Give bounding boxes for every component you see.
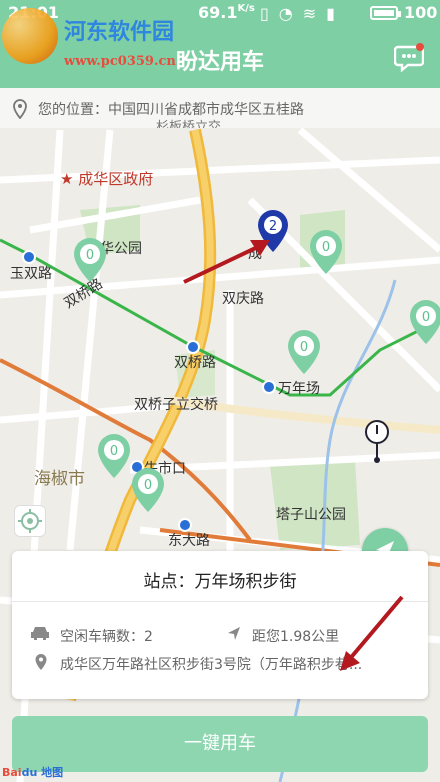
map-label: 玉双路 xyxy=(10,266,52,282)
app-header: 21:01 69.1K/s ▯◔≋▮ 100 河东软件园 www.pc0359.… xyxy=(0,0,440,88)
location-pin-icon xyxy=(35,654,47,670)
car-station-pin-icon[interactable]: 0 xyxy=(286,328,322,376)
map-label: 双庆路 xyxy=(222,291,264,307)
station-name: 站点：万年场积步街 xyxy=(143,572,297,592)
metro-station-icon xyxy=(178,518,192,532)
status-icons: ▯◔≋▮ xyxy=(260,4,345,23)
current-location-bar: 您的位置：中国四川省成都市成华区五桂路 杉板桥立交 xyxy=(0,88,440,135)
svg-text:0: 0 xyxy=(110,444,118,459)
page-title: 盼达用车 xyxy=(175,50,264,75)
map-label: 双桥子立交桥 xyxy=(134,397,218,413)
battery-icon xyxy=(370,6,401,20)
car-station-pin-icon[interactable]: 0 xyxy=(72,236,108,284)
my-location-icon xyxy=(365,420,389,463)
location-pin-icon xyxy=(13,99,27,119)
svg-text:0: 0 xyxy=(144,478,152,493)
metro-station-icon xyxy=(22,250,36,264)
map-label: ★ 成华区政府 xyxy=(60,170,154,188)
svg-text:0: 0 xyxy=(322,240,330,255)
watermark-title: 河东软件园 xyxy=(64,19,175,45)
station-address: 成华区万年路社区积步街3号院（万年路积步巷... xyxy=(60,657,363,673)
car-station-pin-icon[interactable]: 0 xyxy=(96,432,132,480)
car-icon xyxy=(31,627,49,640)
svg-text:0: 0 xyxy=(86,248,94,263)
battery-level: 100 xyxy=(404,3,438,22)
map-label: 万年场 xyxy=(278,381,320,397)
car-station-pin-icon[interactable]: 0 xyxy=(408,298,440,346)
annotation-arrow-icon xyxy=(183,240,270,284)
car-station-pin-icon[interactable]: 0 xyxy=(308,228,344,276)
svg-text:0: 0 xyxy=(300,340,308,355)
annotation-arrow-icon xyxy=(340,595,404,671)
station-distance: 距您1.98公里 xyxy=(252,629,340,645)
idle-car-count: 空闲车辆数：2 xyxy=(60,629,153,645)
map-label: 东大路 xyxy=(168,533,210,549)
map-label: 海椒市 xyxy=(34,469,85,489)
locate-me-button[interactable] xyxy=(14,505,46,537)
metro-station-icon xyxy=(262,380,276,394)
svg-text:0: 0 xyxy=(422,310,430,325)
crosshair-icon xyxy=(18,509,42,533)
station-info-card[interactable]: 站点：万年场积步街 空闲车辆数：2 距您1.98公里 成华区万年路社区积步街3号… xyxy=(12,551,428,699)
car-station-pin-icon[interactable]: 0 xyxy=(130,466,166,514)
map-label: 双桥路 xyxy=(174,355,216,371)
use-car-button[interactable]: 一键用车 xyxy=(12,716,428,772)
metro-station-icon xyxy=(186,340,200,354)
navigation-icon xyxy=(228,627,240,640)
chat-bubble-icon[interactable] xyxy=(394,42,424,72)
map-label: 塔子山公园 xyxy=(276,507,346,523)
baidu-map-logo: Baidu 地图 xyxy=(2,766,64,779)
